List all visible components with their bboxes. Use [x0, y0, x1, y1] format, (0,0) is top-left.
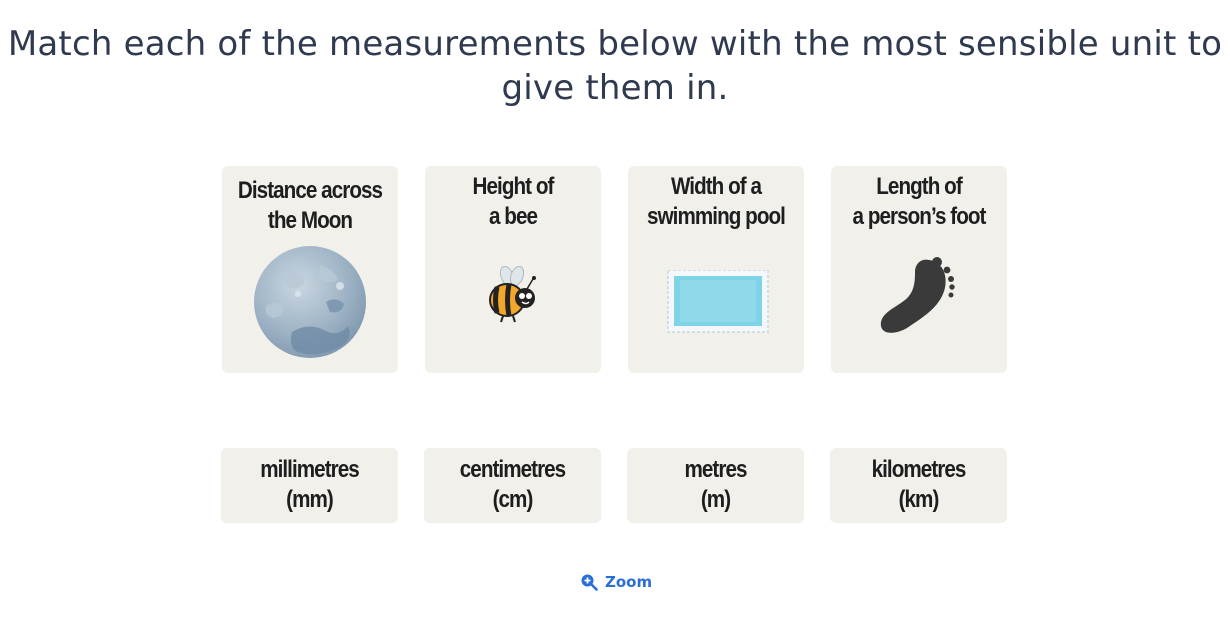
moon-icon	[254, 246, 366, 358]
question-text: Match each of the measurements below wit…	[7, 24, 1223, 108]
unit-label: kilometres (km)	[871, 456, 967, 513]
prompt-label: Length of a person’s foot	[852, 173, 986, 230]
unit-label: centimetres (cm)	[459, 456, 566, 513]
zoom-in-icon	[581, 574, 598, 591]
footprint-icon	[880, 257, 955, 333]
prompt-card-swimming-pool[interactable]: Width of a swimming pool	[628, 166, 804, 373]
prompt-card-moon[interactable]: Distance across the Moon	[222, 166, 398, 373]
unit-card-centimetres[interactable]: centimetres (cm)	[424, 448, 601, 523]
zoom-button[interactable]: Zoom	[580, 570, 652, 594]
swimming-pool-icon	[667, 270, 769, 333]
page: Match each of the measurements below wit…	[0, 0, 1230, 633]
unit-card-kilometres[interactable]: kilometres (km)	[830, 448, 1007, 523]
prompt-card-bee[interactable]: Height of a bee	[425, 166, 601, 373]
unit-card-millimetres[interactable]: millimetres (mm)	[221, 448, 398, 523]
prompt-label: Height of a bee	[472, 173, 555, 230]
prompt-card-foot[interactable]: Length of a person’s foot	[831, 166, 1007, 373]
zoom-label: Zoom	[605, 573, 653, 591]
unit-label: metres (m)	[684, 456, 747, 513]
prompt-label: Distance across the Moon	[237, 177, 383, 234]
unit-card-metres[interactable]: metres (m)	[627, 448, 804, 523]
bee-icon	[489, 265, 536, 323]
prompt-label: Width of a swimming pool	[647, 173, 786, 230]
unit-label: millimetres (mm)	[260, 456, 360, 513]
